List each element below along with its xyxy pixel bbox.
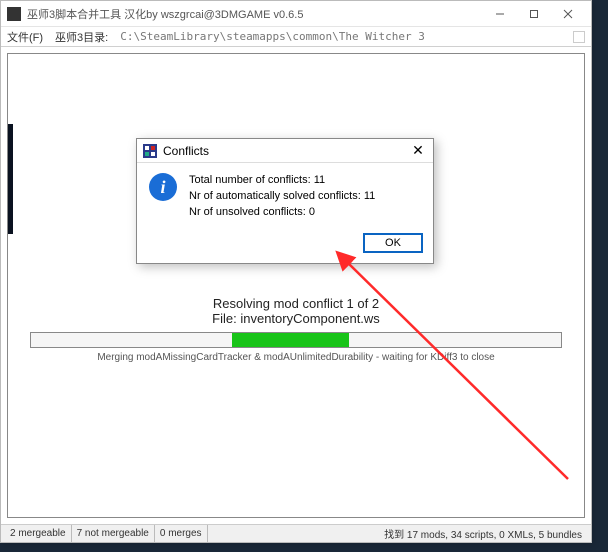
menubar: 文件(F) 巫师3目录: C:\SteamLibrary\steamapps\c… <box>1 27 591 47</box>
conflict-unsolved: Nr of unsolved conflicts: 0 <box>189 205 375 221</box>
info-icon: i <box>149 173 177 201</box>
window-title: 巫师3脚本合并工具 汉化by wszgrcai@3DMGAME v0.6.5 <box>27 6 483 22</box>
side-strip <box>8 124 13 234</box>
window-controls <box>483 4 585 24</box>
progress-status-line1: Resolving mod conflict 1 of 2 <box>8 296 584 311</box>
status-not-mergeable: 7 not mergeable <box>72 525 155 542</box>
close-button[interactable] <box>551 4 585 24</box>
kdiff-icon <box>143 144 157 158</box>
dir-label: 巫师3目录: <box>55 29 108 45</box>
dialog-titlebar: Conflicts ✕ <box>137 139 433 163</box>
maximize-button[interactable] <box>517 4 551 24</box>
conflicts-dialog: Conflicts ✕ i Total number of conflicts:… <box>136 138 434 264</box>
status-mergeable: 2 mergeable <box>5 525 72 542</box>
titlebar: 巫师3脚本合并工具 汉化by wszgrcai@3DMGAME v0.6.5 <box>1 1 591 27</box>
status-summary: 找到 17 mods, 34 scripts, 0 XMLs, 5 bundle… <box>379 526 587 541</box>
app-window: 巫师3脚本合并工具 汉化by wszgrcai@3DMGAME v0.6.5 文… <box>0 0 592 543</box>
content-frame: Resolving mod conflict 1 of 2 File: inve… <box>7 53 585 518</box>
progress-status-line2: File: inventoryComponent.ws <box>8 311 584 326</box>
conflict-auto: Nr of automatically solved conflicts: 11 <box>189 189 375 205</box>
dialog-buttons: OK <box>137 227 433 263</box>
ok-button[interactable]: OK <box>363 233 423 253</box>
progress-area: Resolving mod conflict 1 of 2 File: inve… <box>8 296 584 363</box>
minimize-button[interactable] <box>483 4 517 24</box>
path-browse-button[interactable] <box>573 31 585 43</box>
merge-status: Merging modAMissingCardTracker & modAUnl… <box>8 352 584 363</box>
menu-file[interactable]: 文件(F) <box>7 29 43 45</box>
dialog-close-button[interactable]: ✕ <box>409 142 427 159</box>
dialog-title-text: Conflicts <box>163 144 409 158</box>
dialog-message: Total number of conflicts: 11 Nr of auto… <box>189 173 375 221</box>
client-area: Resolving mod conflict 1 of 2 File: inve… <box>1 47 591 524</box>
game-path: C:\SteamLibrary\steamapps\common\The Wit… <box>120 30 425 43</box>
progress-fill <box>232 333 349 347</box>
status-merges: 0 merges <box>155 525 208 542</box>
progress-bar <box>30 332 562 348</box>
app-icon <box>7 7 21 21</box>
statusbar: 2 mergeable 7 not mergeable 0 merges 找到 … <box>1 524 591 542</box>
conflict-total: Total number of conflicts: 11 <box>189 173 375 189</box>
dialog-body: i Total number of conflicts: 11 Nr of au… <box>137 163 433 227</box>
